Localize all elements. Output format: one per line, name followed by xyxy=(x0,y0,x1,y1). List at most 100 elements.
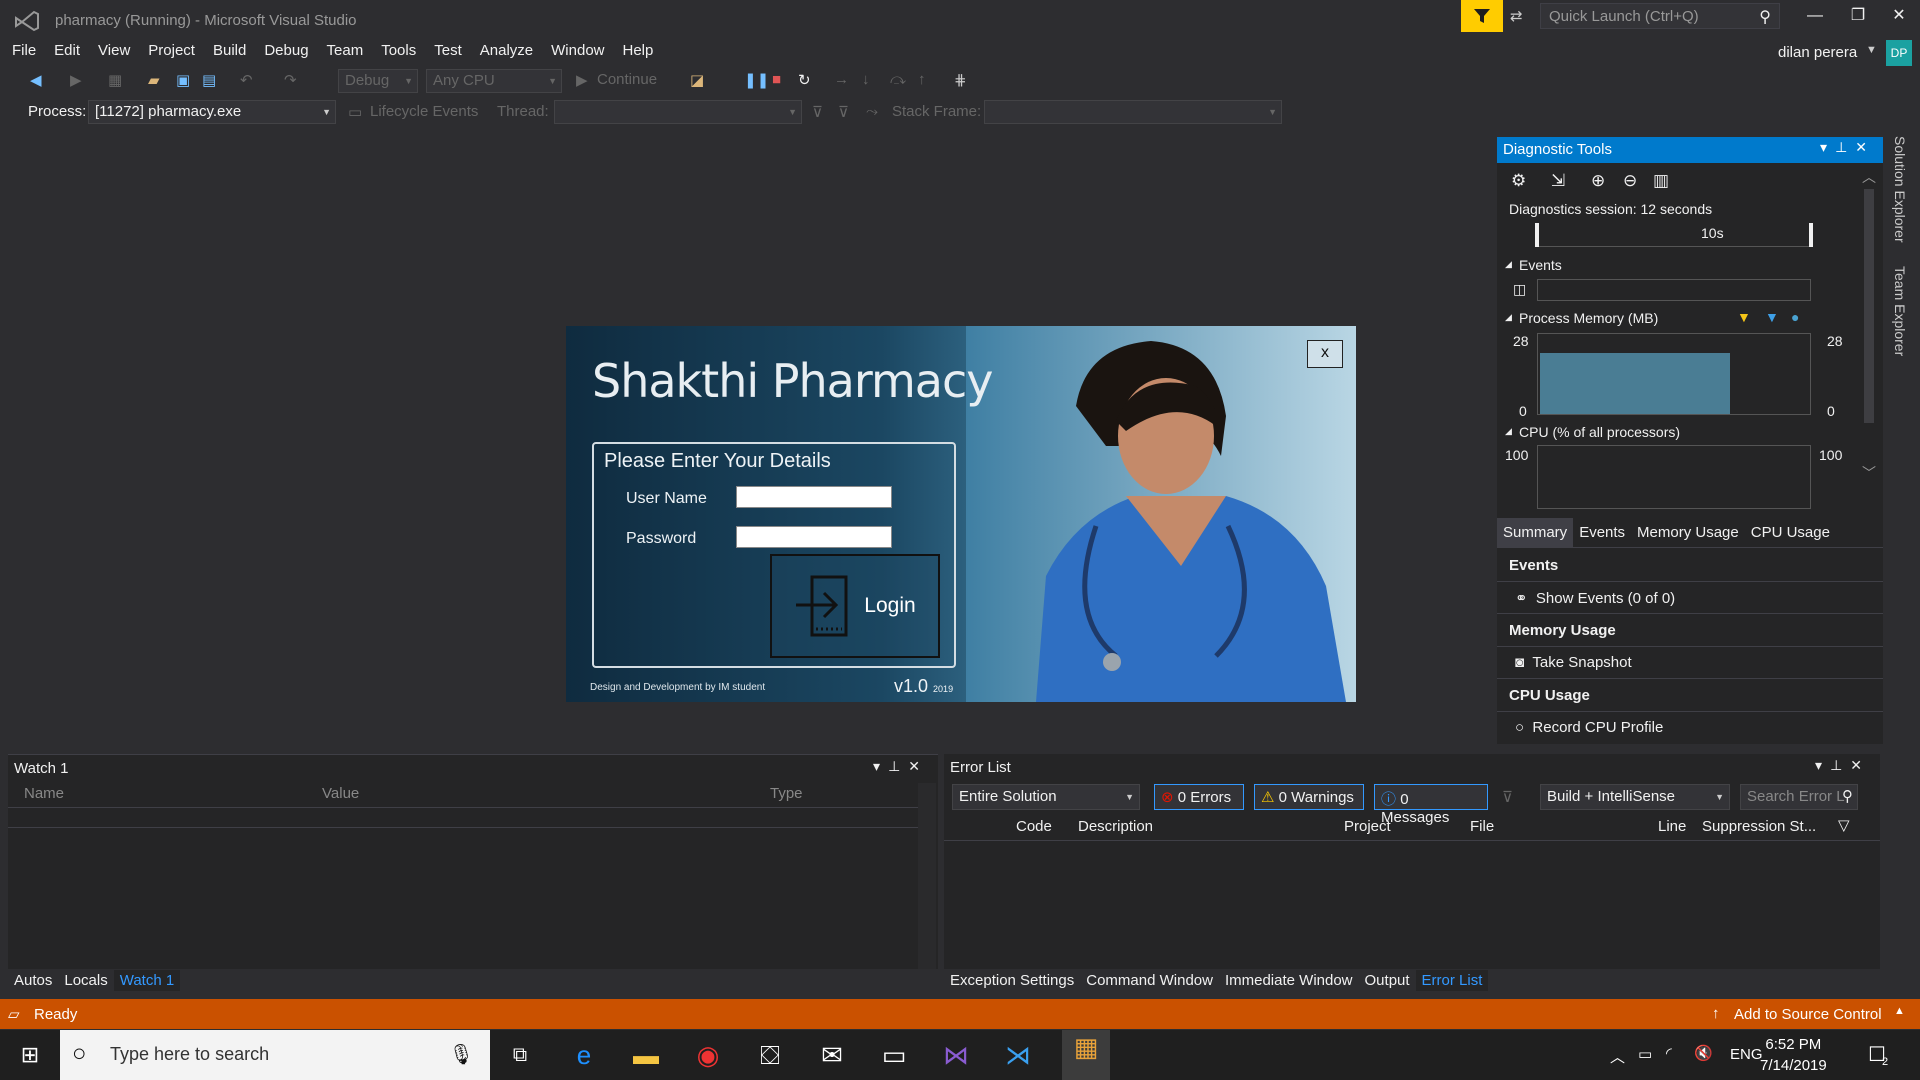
navigate-back-icon[interactable]: ◀ xyxy=(30,71,42,89)
menu-file[interactable]: File xyxy=(0,40,45,59)
scope-select[interactable]: Entire Solution ▼ xyxy=(952,784,1140,810)
error-search-input[interactable]: Search Error L ⚲ xyxy=(1740,784,1858,810)
close-icon[interactable]: ✕ xyxy=(908,758,928,774)
err-col-suppression[interactable]: Suppression St... xyxy=(1702,818,1816,835)
filter-threads-icon[interactable]: ⊽ xyxy=(812,103,823,121)
menu-test[interactable]: Test xyxy=(425,40,471,59)
chevron-up-icon[interactable]: ▲ xyxy=(1894,1005,1905,1017)
collapse-triangle-icon[interactable]: ◢ xyxy=(1505,426,1512,437)
pause-icon[interactable]: ❚❚ xyxy=(744,71,769,89)
tab-watch-1[interactable]: Watch 1 xyxy=(113,970,181,991)
show-next-statement-icon[interactable]: → xyxy=(834,71,849,88)
lifecycle-events-button[interactable]: Lifecycle Events xyxy=(370,103,478,120)
menu-edit[interactable]: Edit xyxy=(45,40,89,59)
app-close-button[interactable]: x xyxy=(1307,340,1343,368)
file-explorer-icon[interactable]: ▬ xyxy=(628,1038,664,1072)
err-col-project[interactable]: Project xyxy=(1344,818,1391,835)
cpu-graph[interactable] xyxy=(1537,445,1811,509)
menu-team[interactable]: Team xyxy=(318,40,373,59)
settings-gear-icon[interactable]: ⚙ xyxy=(1511,171,1526,191)
tab-immediate-window[interactable]: Immediate Window xyxy=(1219,970,1359,991)
minimize-button[interactable]: — xyxy=(1800,4,1830,28)
restore-button[interactable]: ❐ xyxy=(1843,4,1873,28)
tab-team-explorer[interactable]: Team Explorer xyxy=(1892,266,1908,356)
close-icon[interactable]: ✕ xyxy=(1855,139,1875,155)
timeline-end-handle[interactable] xyxy=(1809,223,1813,247)
tab-autos[interactable]: Autos xyxy=(8,970,58,991)
scroll-down-icon[interactable]: ﹀ xyxy=(1862,463,1876,483)
step-out-icon[interactable]: ↑ xyxy=(918,71,926,88)
new-project-icon[interactable]: ▦ xyxy=(108,71,122,89)
process-select[interactable]: [11272] pharmacy.exe ▼ xyxy=(88,100,336,124)
vscode-icon[interactable]: ⋊ xyxy=(1000,1038,1036,1072)
undo-icon[interactable]: ↶ xyxy=(240,71,253,89)
close-button[interactable]: ✕ xyxy=(1884,4,1914,28)
user-name[interactable]: dilan perera xyxy=(1778,44,1857,61)
menu-analyze[interactable]: Analyze xyxy=(471,40,542,59)
show-events-link[interactable]: ⚭ Show Events (0 of 0) xyxy=(1497,582,1883,614)
step-over-icon[interactable]: ⤼ xyxy=(890,71,906,88)
pause-events-icon[interactable]: ◫ xyxy=(1513,281,1526,298)
menu-tools[interactable]: Tools xyxy=(372,40,425,59)
hot-reload-icon[interactable]: ⋕ xyxy=(954,71,967,89)
clear-filter-icon[interactable]: ⊽ xyxy=(1502,788,1513,806)
stop-icon[interactable]: ■ xyxy=(772,71,781,88)
edge-browser-icon[interactable]: e xyxy=(566,1038,602,1072)
take-snapshot-link[interactable]: ◙ Take Snapshot xyxy=(1497,647,1883,679)
watch-col-name[interactable]: Name xyxy=(24,785,64,802)
terminal-icon[interactable]: ▭ xyxy=(876,1038,912,1072)
open-file-icon[interactable]: ▰ xyxy=(148,71,160,89)
pin-icon[interactable]: ⊥ xyxy=(1835,139,1855,155)
pin-icon[interactable]: ⊥ xyxy=(888,758,908,774)
column-filter-icon[interactable]: ▽ xyxy=(1838,816,1850,834)
attach-process-icon[interactable]: ◪ xyxy=(690,71,704,89)
pin-icon[interactable]: ⊥ xyxy=(1830,757,1850,773)
menu-build[interactable]: Build xyxy=(204,40,255,59)
continue-play-icon[interactable]: ▶ xyxy=(576,71,588,89)
avatar[interactable]: DP xyxy=(1886,40,1912,66)
memory-graph[interactable] xyxy=(1537,333,1811,415)
dropdown-icon[interactable]: ▾ xyxy=(1815,757,1830,773)
export-icon[interactable]: ⇲ xyxy=(1551,171,1565,191)
watch-col-type[interactable]: Type xyxy=(770,785,803,802)
tab-memory-usage[interactable]: Memory Usage xyxy=(1631,518,1745,547)
platform-select[interactable]: Any CPU ▼ xyxy=(426,69,562,93)
navigate-forward-icon[interactable]: ▶ xyxy=(70,71,82,89)
language-indicator[interactable]: ENG xyxy=(1730,1046,1763,1063)
system-clock[interactable]: 6:52 PM 7/14/2019 xyxy=(1760,1034,1827,1076)
chrome-icon[interactable]: ◉ xyxy=(690,1038,726,1072)
save-all-icon[interactable]: ▤ xyxy=(202,71,216,89)
zoom-out-icon[interactable]: ⊖ xyxy=(1623,171,1637,191)
password-input[interactable] xyxy=(736,526,892,548)
thread-select[interactable]: ▼ xyxy=(554,100,802,124)
select-tools-icon[interactable]: ▥ xyxy=(1653,171,1669,191)
tab-events[interactable]: Events xyxy=(1573,518,1631,547)
show-flagged-threads-icon[interactable]: ⊽ xyxy=(838,103,849,121)
menu-help[interactable]: Help xyxy=(614,40,663,59)
tab-error-list[interactable]: Error List xyxy=(1415,970,1489,991)
timeline-start-handle[interactable] xyxy=(1535,223,1539,247)
username-input[interactable] xyxy=(736,486,892,508)
errors-filter-button[interactable]: ⊗ 0 Errors xyxy=(1154,784,1244,810)
diagnostic-scrollbar[interactable]: ︿ ﹀ xyxy=(1860,167,1878,485)
step-into-icon[interactable]: ↓ xyxy=(862,71,870,88)
scroll-thumb[interactable] xyxy=(1864,189,1874,423)
collapse-triangle-icon[interactable]: ◢ xyxy=(1505,312,1512,323)
restart-icon[interactable]: ↻ xyxy=(798,71,811,89)
show-hidden-icons-chevron-icon[interactable]: ︿ xyxy=(1610,1046,1625,1067)
err-col-file[interactable]: File xyxy=(1470,818,1494,835)
taskbar-search-box[interactable]: ○ Type here to search 🎙 xyxy=(60,1030,490,1080)
user-chevron-down-icon[interactable]: ▼ xyxy=(1866,44,1877,56)
login-button[interactable]: Login xyxy=(770,554,940,658)
scroll-up-icon[interactable]: ︿ xyxy=(1862,167,1876,187)
toggle-flag-icon[interactable]: ⤳ xyxy=(866,103,878,120)
collapse-triangle-icon[interactable]: ◢ xyxy=(1505,259,1512,270)
warnings-filter-button[interactable]: ⚠ 0 Warnings xyxy=(1254,784,1364,810)
mail-icon[interactable]: ✉ xyxy=(814,1038,850,1072)
notification-flag-icon[interactable]: ⇄ xyxy=(1510,7,1532,25)
close-icon[interactable]: ✕ xyxy=(1850,757,1870,773)
continue-button[interactable]: Continue xyxy=(597,71,657,88)
tab-solution-explorer[interactable]: Solution Explorer xyxy=(1892,136,1908,243)
windows-start-icon[interactable]: ⊞ xyxy=(12,1038,48,1072)
err-col-description[interactable]: Description xyxy=(1078,818,1153,835)
